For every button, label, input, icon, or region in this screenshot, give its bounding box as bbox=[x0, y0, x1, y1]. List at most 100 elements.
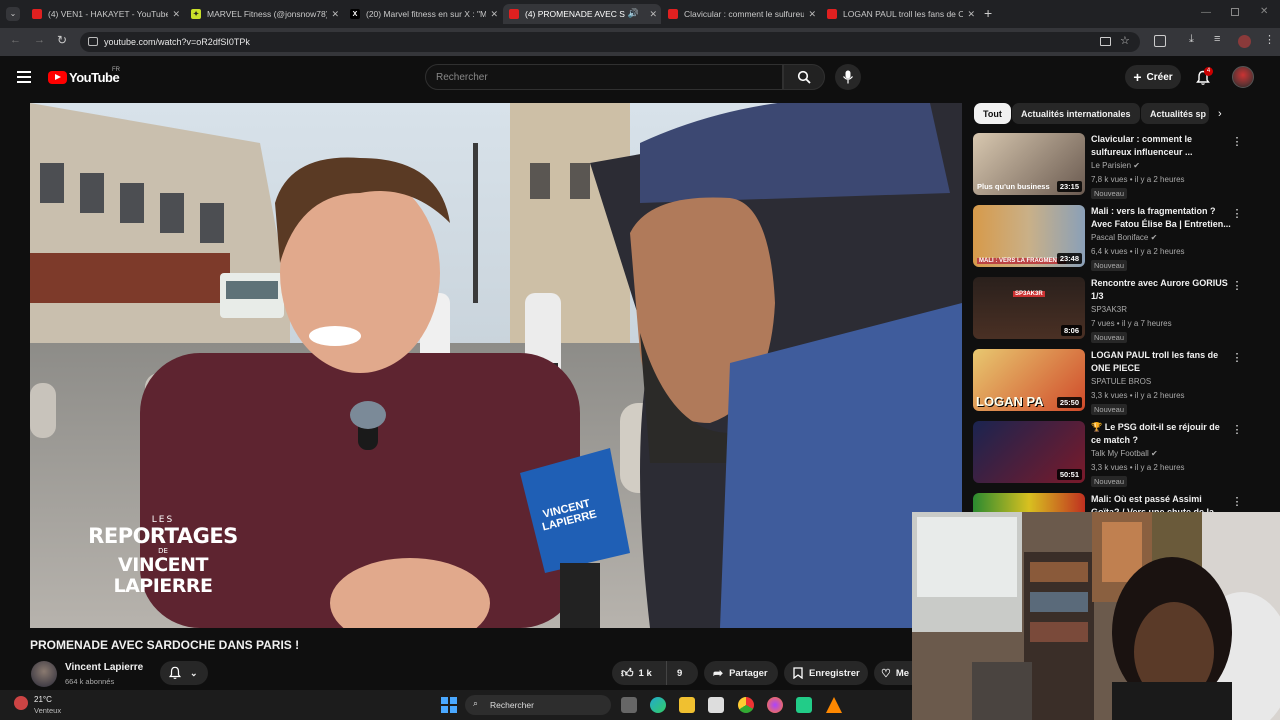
extensions-icon[interactable] bbox=[1154, 35, 1166, 47]
browser-tab-active[interactable]: (4) PROMENADE AVEC SAR 🔊 ✕ bbox=[503, 4, 661, 24]
account-avatar[interactable] bbox=[1232, 66, 1254, 88]
close-tab-icon[interactable]: ✕ bbox=[172, 9, 180, 20]
weather-temp[interactable]: 21°C bbox=[34, 695, 52, 704]
notifications-button[interactable]: 4 bbox=[1195, 67, 1213, 86]
close-tab-icon[interactable]: ✕ bbox=[808, 9, 816, 20]
tab-list-chevron-icon[interactable]: ⌄ bbox=[6, 7, 20, 21]
recommendation-thumbnail[interactable]: 50:51 bbox=[973, 421, 1085, 483]
recommendation-thumbnail[interactable]: LOGAN PA 25:50 bbox=[973, 349, 1085, 411]
browser-tab[interactable]: Clavicular : comment le sulfureu ✕ bbox=[662, 4, 820, 24]
close-tab-icon[interactable]: ✕ bbox=[331, 9, 339, 20]
recommendation-thumbnail[interactable] bbox=[973, 493, 1085, 513]
recommendation-title[interactable]: Clavicular : comment le sulfureux influe… bbox=[1091, 133, 1231, 159]
close-tab-icon[interactable]: ✕ bbox=[490, 9, 498, 20]
recommendation-item[interactable]: Mali: Où est passé Assimi Goïta? / Vers … bbox=[973, 493, 1253, 513]
recommendation-thumbnail[interactable]: Plus qu'un business 23:15 bbox=[973, 133, 1085, 195]
store-icon[interactable] bbox=[708, 697, 724, 713]
install-icon[interactable] bbox=[1100, 37, 1111, 46]
hamburger-menu-icon[interactable] bbox=[17, 71, 31, 83]
minimize-icon[interactable]: — bbox=[1201, 7, 1211, 18]
app-icon[interactable] bbox=[796, 697, 812, 713]
browser-tab-strip: ⌄ (4) VEN1 - HAKAYET - YouTube ✕ ✦ MARVE… bbox=[0, 0, 1280, 28]
voice-search-button[interactable] bbox=[835, 64, 861, 90]
recommendation-title[interactable]: LOGAN PAUL troll les fans de ONE PIECE bbox=[1091, 349, 1231, 375]
recommendation-title[interactable]: Mali : vers la fragmentation ? Avec Fato… bbox=[1091, 205, 1231, 231]
chip-all[interactable]: Tout bbox=[974, 103, 1011, 124]
recommendation-channel[interactable]: SP3AK3R bbox=[1091, 305, 1127, 314]
recommendation-title[interactable]: Mali: Où est passé Assimi Goïta? / Vers … bbox=[1091, 493, 1231, 513]
browser-tab[interactable]: LOGAN PAUL troll les fans de O ✕ bbox=[821, 4, 979, 24]
subscription-bell-button[interactable]: ⌄ bbox=[160, 661, 208, 685]
more-options-icon[interactable]: ⋮ bbox=[1231, 423, 1243, 437]
edge-browser-icon[interactable] bbox=[650, 697, 666, 713]
chip-sports-news[interactable]: Actualités sp bbox=[1141, 103, 1209, 124]
share-button[interactable]: ➦ Partager bbox=[704, 661, 778, 685]
more-options-icon[interactable]: ⋮ bbox=[1231, 279, 1243, 293]
like-button[interactable]: 👍︎ 1 k bbox=[612, 661, 667, 685]
chrome-icon[interactable] bbox=[738, 697, 754, 713]
search-placeholder: Rechercher bbox=[436, 72, 488, 83]
recommendation-channel[interactable]: Pascal Boniface ✔ bbox=[1091, 233, 1157, 242]
x-favicon-icon: X bbox=[350, 9, 360, 19]
channel-avatar[interactable] bbox=[31, 661, 57, 687]
search-input[interactable]: Rechercher bbox=[425, 64, 783, 90]
firefox-icon[interactable] bbox=[767, 697, 783, 713]
recommendation-channel[interactable]: Talk My Football ✔ bbox=[1091, 449, 1158, 458]
new-tab-button[interactable]: + bbox=[984, 5, 992, 21]
download-icon[interactable]: ⤓ bbox=[1189, 33, 1194, 46]
file-explorer-icon[interactable] bbox=[679, 697, 695, 713]
browser-tab[interactable]: (4) VEN1 - HAKAYET - YouTube ✕ bbox=[26, 4, 184, 24]
browser-menu-icon[interactable]: ⋮ bbox=[1264, 33, 1275, 46]
media-control-icon[interactable]: ≡ bbox=[1214, 33, 1220, 45]
youtube-favicon-icon bbox=[509, 9, 519, 19]
more-options-icon[interactable]: ⋮ bbox=[1231, 207, 1243, 221]
vlc-icon[interactable] bbox=[826, 697, 842, 713]
recommendation-item[interactable]: Plus qu'un business 23:15 Clavicular : c… bbox=[973, 133, 1253, 199]
recommendation-item[interactable]: LOGAN PA 25:50 LOGAN PAUL troll les fans… bbox=[973, 349, 1253, 415]
back-icon[interactable]: ← bbox=[10, 34, 21, 46]
channel-name[interactable]: Vincent Lapierre bbox=[65, 662, 143, 673]
recommendation-title[interactable]: 🏆 Le PSG doit-il se réjouir de ce match … bbox=[1091, 421, 1231, 447]
more-options-icon[interactable]: ⋮ bbox=[1231, 495, 1243, 509]
create-button[interactable]: + Créer bbox=[1125, 65, 1181, 89]
create-label: Créer bbox=[1146, 71, 1173, 83]
taskbar-search[interactable]: ⌕ Rechercher bbox=[465, 695, 611, 715]
recommendation-item[interactable]: MALI : VERS LA FRAGMENTA 23:48 Mali : ve… bbox=[973, 205, 1253, 271]
browser-tab[interactable]: X (20) Marvel fitness en sur X : "M ✕ bbox=[344, 4, 502, 24]
close-window-icon[interactable]: ✕ bbox=[1260, 6, 1268, 17]
recommendation-channel[interactable]: Le Parisien ✔ bbox=[1091, 161, 1140, 170]
task-view-icon[interactable] bbox=[621, 697, 637, 713]
more-actions-button[interactable]: ♡ Me bbox=[874, 661, 912, 685]
recommendation-item[interactable]: 50:51 🏆 Le PSG doit-il se réjouir de ce … bbox=[973, 421, 1253, 487]
close-tab-icon[interactable]: ✕ bbox=[649, 9, 657, 20]
bookmark-star-icon[interactable]: ☆ bbox=[1120, 34, 1130, 47]
weather-icon[interactable] bbox=[14, 696, 28, 710]
reload-icon[interactable]: ↻ bbox=[57, 33, 67, 47]
maximize-icon[interactable] bbox=[1231, 8, 1239, 16]
recommendation-title[interactable]: Rencontre avec Aurore GORIUS 1/3 bbox=[1091, 277, 1231, 303]
speaker-icon[interactable]: 🔊 bbox=[628, 8, 639, 19]
video-player[interactable]: LES REPORTAGES DE VINCENT LAPIERRE VINCE… bbox=[30, 103, 962, 628]
profile-avatar-icon[interactable] bbox=[1238, 35, 1251, 48]
youtube-logo[interactable]: YouTube FR bbox=[48, 67, 128, 87]
close-tab-icon[interactable]: ✕ bbox=[967, 9, 975, 20]
recommendation-thumbnail[interactable]: MALI : VERS LA FRAGMENTA 23:48 bbox=[973, 205, 1085, 267]
region-code: FR bbox=[112, 67, 120, 73]
share-arrow-icon: ➦ bbox=[713, 666, 724, 680]
search-button[interactable] bbox=[783, 64, 825, 90]
save-button[interactable]: Enregistrer bbox=[784, 661, 868, 685]
address-bar[interactable]: youtube.com/watch?v=oR2dfSI0TPk ☆ bbox=[80, 32, 1140, 52]
chevron-right-icon[interactable]: › bbox=[1218, 108, 1222, 120]
windows-start-icon[interactable] bbox=[441, 697, 457, 713]
forward-icon[interactable]: → bbox=[34, 34, 45, 46]
recommendation-item[interactable]: SP3AK3R 8:06 Rencontre avec Aurore GORIU… bbox=[973, 277, 1253, 343]
recommendation-thumbnail[interactable]: SP3AK3R 8:06 bbox=[973, 277, 1085, 339]
more-options-icon[interactable]: ⋮ bbox=[1231, 351, 1243, 365]
more-options-icon[interactable]: ⋮ bbox=[1231, 135, 1243, 149]
chip-international-news[interactable]: Actualités internationales bbox=[1012, 103, 1140, 124]
browser-tab[interactable]: ✦ MARVEL Fitness (@jonsnow78) ✕ bbox=[185, 4, 343, 24]
recommendation-channel[interactable]: SPATULE BROS bbox=[1091, 377, 1151, 386]
site-info-icon[interactable] bbox=[88, 37, 98, 46]
dislike-button[interactable]: 9 bbox=[667, 668, 682, 679]
weather-desc: Venteux bbox=[34, 706, 62, 715]
